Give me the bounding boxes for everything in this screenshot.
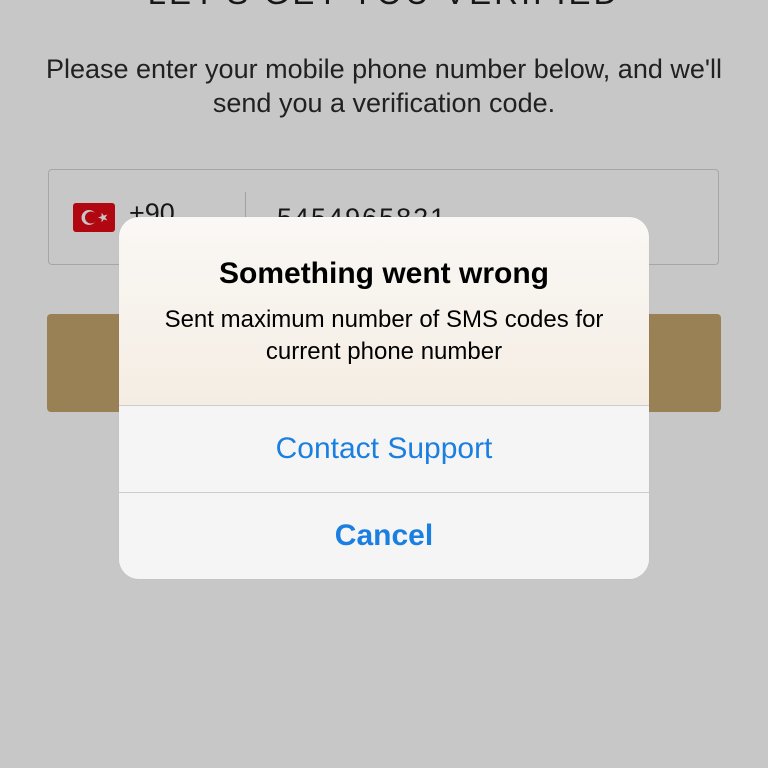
cancel-button[interactable]: Cancel bbox=[119, 493, 649, 579]
alert-title: Something went wrong bbox=[219, 257, 549, 290]
alert-message: Sent maximum number of SMS codes for cur… bbox=[164, 306, 604, 365]
alert-content: Something went wrong Sent maximum number… bbox=[119, 217, 649, 405]
contact-support-button[interactable]: Contact Support bbox=[119, 406, 649, 492]
error-alert-dialog: Something went wrong Sent maximum number… bbox=[119, 217, 649, 579]
